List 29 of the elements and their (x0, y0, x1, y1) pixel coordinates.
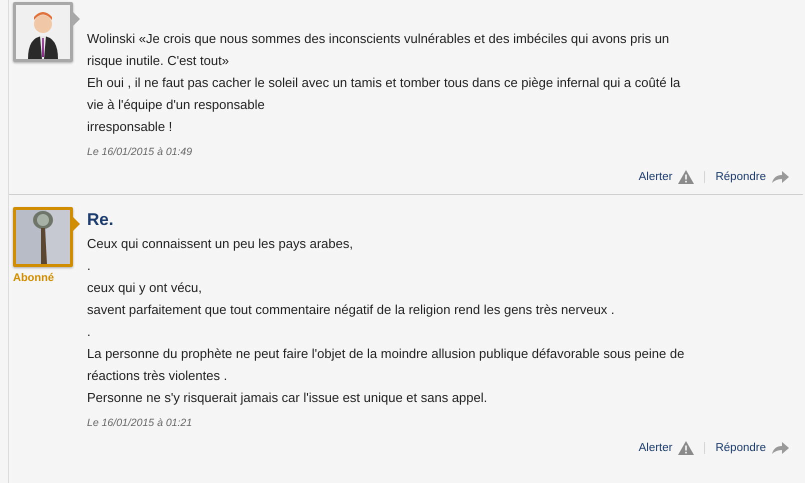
comment-text: savent parfaitement que tout commentaire négatif de la religion rend les gens très nerveux . (87, 301, 616, 319)
comment-text: réactions très violentes . (87, 367, 228, 385)
comment-text: risque inutile. C'est tout» (87, 52, 230, 70)
comment-text: . (87, 323, 92, 341)
comment-text: . (87, 257, 92, 275)
comment-text: Wolinski «Je crois que nous sommes des inconscients vulnérables et des imbéciles qui avons pris un (87, 30, 670, 48)
link-label: Alerter (638, 442, 672, 454)
warning-icon (678, 441, 694, 455)
link-label: Répondre (715, 442, 766, 454)
warning-icon (678, 170, 694, 184)
comment-text: La personne du prophète ne peut faire l'objet de la moindre allusion publique défavorable sous peine de (87, 345, 686, 363)
comment-text: ceux qui y ont vécu, (87, 279, 203, 297)
comment-date: Le 16/01/2015 à 01:21 (87, 417, 194, 429)
comment-text: Eh oui , il ne faut pas cacher le soleil avec un tamis et tomber tous dans ce piège infernal qui a coûté la (87, 74, 682, 92)
reply-arrow-icon (772, 442, 789, 454)
comment-text: vie à l'équipe d'un responsable (87, 96, 266, 114)
comment-text: Personne ne s'y risquerait jamais car l'issue est unique et sans appel. (87, 389, 488, 407)
comment-text: irresponsable ! (87, 118, 174, 136)
comment-date: Le 16/01/2015 à 01:49 (87, 146, 194, 158)
link-label: Alerter (638, 171, 672, 183)
reply-link[interactable]: Répondre (704, 171, 799, 183)
report-link[interactable]: Alerter (628, 441, 704, 455)
link-label: Répondre (715, 171, 766, 183)
comment-text: Ceux qui connaissent un peu les pays arabes, (87, 235, 354, 253)
author-name[interactable]: Re. (87, 207, 803, 233)
reply-link[interactable]: Répondre (704, 442, 799, 454)
subscriber-label: Abonné (13, 272, 54, 284)
report-link[interactable]: Alerter (628, 170, 704, 184)
reply-arrow-icon (772, 171, 789, 183)
